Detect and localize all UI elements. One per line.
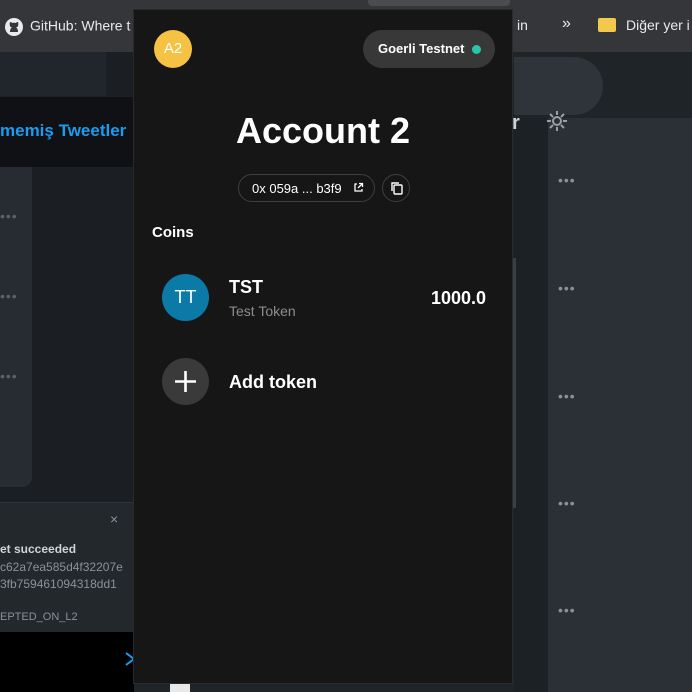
github-icon [4, 17, 24, 37]
account-avatar[interactable]: A2 [154, 30, 192, 68]
toast-state: EPTED_ON_L2 [0, 611, 78, 623]
more-options-icon[interactable]: ••• [558, 602, 576, 618]
copy-address-button[interactable] [382, 174, 410, 202]
add-token-circle [162, 358, 209, 405]
account-address: 0x 059a ... b3f9 [252, 181, 342, 196]
bookmark-partial[interactable]: in [517, 17, 528, 33]
network-label: Goerli Testnet [378, 41, 465, 56]
more-options-icon[interactable]: ••• [558, 388, 576, 404]
token-name: Test Token [229, 303, 296, 319]
background-search-pill [514, 57, 603, 115]
bookmarks-overflow-chevron-icon[interactable]: » [562, 15, 571, 33]
browser-tab-edge [368, 0, 510, 6]
external-link-icon [354, 182, 364, 192]
token-avatar: TT [162, 274, 209, 321]
token-row[interactable]: TT TST Test Token 1000.0 [152, 268, 496, 332]
add-token-button[interactable]: Add token [152, 356, 496, 412]
toast-close-icon[interactable]: × [110, 511, 118, 527]
bookmark-other-folder[interactable]: Diğer yer i [598, 17, 690, 33]
account-name: Account 2 [235, 110, 411, 151]
bookmark-label: GitHub: Where t [30, 17, 131, 34]
copy-icon [391, 182, 403, 195]
address-pill[interactable]: 0x 059a ... b3f9 [238, 174, 375, 202]
more-options-icon[interactable]: ••• [558, 280, 576, 296]
wallet-popup: A2 Goerli Testnet Account 2 0x 059a ... … [133, 9, 513, 684]
toast-status: et succeeded [0, 542, 77, 556]
background-bottom-strip [170, 684, 190, 692]
background-right-gutter [514, 118, 548, 692]
partial-heading-letter: r [512, 112, 520, 134]
network-status-dot [472, 45, 481, 54]
background-left-strip [0, 52, 106, 96]
add-token-label: Add token [229, 372, 317, 392]
plus-icon [175, 371, 196, 392]
bookmark-folder-label: Diğer yer i [626, 17, 690, 33]
more-options-icon[interactable]: ••• [0, 368, 18, 384]
gear-icon[interactable] [546, 110, 568, 138]
tweet-section-title: memiş Tweetler [0, 121, 127, 140]
toast-hash-line2: 3fb759461094318dd1 [0, 577, 117, 591]
more-options-icon[interactable]: ••• [0, 288, 18, 304]
toast-hash-line1: c62a7ea585d4f32207e [0, 560, 123, 574]
token-symbol: TST [229, 277, 263, 297]
more-options-icon[interactable]: ••• [0, 208, 18, 224]
folder-icon [598, 18, 616, 33]
bookmark-github[interactable]: GitHub: Where t [4, 17, 130, 37]
coins-section-title: Coins [152, 224, 194, 241]
background-bottom-area [0, 632, 134, 692]
network-selector[interactable]: Goerli Testnet [363, 30, 495, 68]
token-balance: 1000.0 [430, 288, 486, 308]
more-options-icon[interactable]: ••• [558, 172, 576, 188]
more-options-icon[interactable]: ••• [558, 495, 576, 511]
